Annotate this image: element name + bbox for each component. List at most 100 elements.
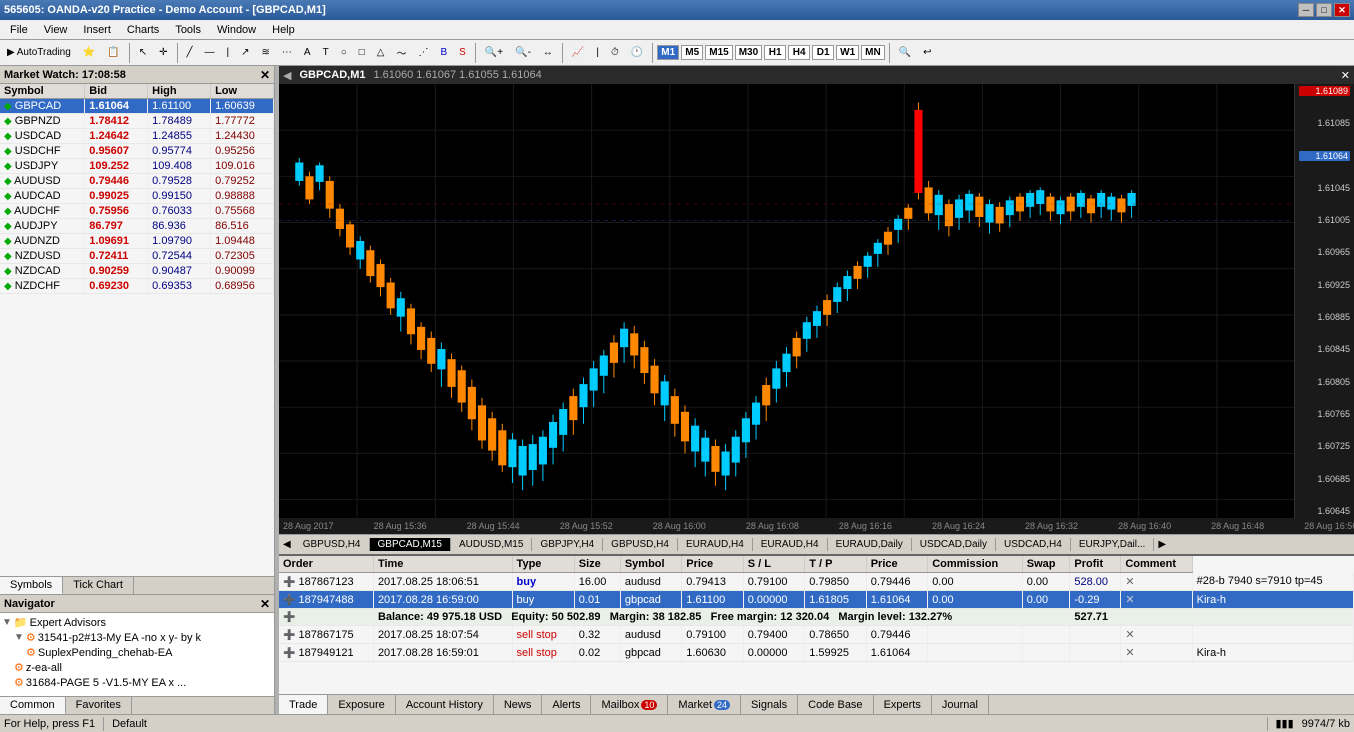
tab-experts[interactable]: Experts xyxy=(874,695,932,714)
tree-ea-2[interactable]: ⚙ SuplexPending_chehab-EA xyxy=(26,645,272,660)
tab-signals[interactable]: Signals xyxy=(741,695,798,714)
candle-chart-area[interactable] xyxy=(279,84,1294,518)
wave-button[interactable]: 〜 xyxy=(392,42,412,64)
sym-tab-4[interactable]: GBPUSD,H4 xyxy=(603,538,678,551)
menu-tools[interactable]: Tools xyxy=(167,22,209,38)
rect-button[interactable]: □ xyxy=(354,42,370,64)
chart-close-btn[interactable]: ◀ xyxy=(283,69,291,82)
ellipse-button[interactable]: ○ xyxy=(336,42,352,64)
tf-m1[interactable]: M1 xyxy=(657,45,679,60)
tf-mn[interactable]: MN xyxy=(861,45,885,60)
tf-m30[interactable]: M30 xyxy=(735,45,762,60)
market-row-12[interactable]: ◆ NZDCHF 0.69230 0.69353 0.68956 xyxy=(0,279,274,294)
order-row-2[interactable]: ➕ 187947488 2017.08.28 16:59:00 buy 0.01… xyxy=(279,591,1354,609)
sym-tab-2[interactable]: AUDUSD,M15 xyxy=(451,538,532,551)
sym-tab-7[interactable]: EURAUD,Daily xyxy=(828,538,912,551)
tab-market[interactable]: Market 24 xyxy=(668,695,741,714)
market-row-9[interactable]: ◆ AUDNZD 1.09691 1.09790 1.09448 xyxy=(0,234,274,249)
sym-tab-0[interactable]: GBPUSD,H4 xyxy=(295,538,370,551)
market-row-10[interactable]: ◆ NZDUSD 0.72411 0.72544 0.72305 xyxy=(0,249,274,264)
tab-account-history[interactable]: Account History xyxy=(396,695,494,714)
pending-close-1[interactable]: ✕ xyxy=(1121,626,1192,644)
tf-d1[interactable]: D1 xyxy=(812,45,834,60)
fib-button[interactable]: ⋯ xyxy=(277,42,297,64)
tab-common[interactable]: Common xyxy=(0,697,66,714)
tf-h4[interactable]: H4 xyxy=(788,45,810,60)
search-button[interactable]: 🔍 xyxy=(894,42,916,64)
tab-trade[interactable]: Trade xyxy=(279,695,328,714)
pending-close-2[interactable]: ✕ xyxy=(1121,644,1192,662)
triangle-button[interactable]: △ xyxy=(372,42,390,64)
gann-button[interactable]: ⋰ xyxy=(414,42,434,64)
tab-scroll-right[interactable]: ▶ xyxy=(1154,539,1170,550)
pending-order-2[interactable]: ➕ 187949121 2017.08.28 16:59:01 sell sto… xyxy=(279,644,1354,662)
menu-view[interactable]: View xyxy=(36,22,76,38)
market-row-0[interactable]: ◆ GBPCAD 1.61064 1.61100 1.60639 xyxy=(0,99,274,114)
pending-order-1[interactable]: ➕ 187867175 2017.08.25 18:07:54 sell sto… xyxy=(279,626,1354,644)
menu-insert[interactable]: Insert xyxy=(75,22,119,38)
tab-exposure[interactable]: Exposure xyxy=(328,695,395,714)
line-button[interactable]: ╱ xyxy=(182,42,198,64)
market-row-6[interactable]: ◆ AUDCAD 0.99025 0.99150 0.98888 xyxy=(0,189,274,204)
tf-w1[interactable]: W1 xyxy=(836,45,859,60)
tf-h1[interactable]: H1 xyxy=(764,45,786,60)
market-row-11[interactable]: ◆ NZDCAD 0.90259 0.90487 0.90099 xyxy=(0,264,274,279)
chart-scroll-button[interactable]: ↔ xyxy=(538,42,558,64)
sym-tab-10[interactable]: EURJPY,Dail... xyxy=(1071,538,1155,551)
chart-close-x[interactable]: ✕ xyxy=(1341,69,1350,82)
tree-ea-4[interactable]: ⚙ 31684-PAGE 5 -V1.5-MY EA x ... xyxy=(14,675,272,690)
clock-button[interactable]: 🕐 xyxy=(626,42,648,64)
tab-tick-chart[interactable]: Tick Chart xyxy=(63,577,134,594)
sym-tab-3[interactable]: GBPJPY,H4 xyxy=(532,538,603,551)
zoom-in-button[interactable]: 🔍+ xyxy=(480,42,508,64)
tf-m15[interactable]: M15 xyxy=(705,45,732,60)
tab-news[interactable]: News xyxy=(494,695,543,714)
settings-button[interactable]: ↩ xyxy=(918,42,936,64)
text-button[interactable]: A xyxy=(299,42,316,64)
period-sep-button[interactable]: | xyxy=(591,42,604,64)
new-chart-button[interactable]: ⭐ xyxy=(78,42,100,64)
market-row-8[interactable]: ◆ AUDJPY 86.797 86.936 86.516 xyxy=(0,219,274,234)
tab-symbols[interactable]: Symbols xyxy=(0,577,63,594)
market-watch-close[interactable]: ✕ xyxy=(260,68,270,82)
menu-window[interactable]: Window xyxy=(209,22,264,38)
order-row-1[interactable]: ➕ 187867123 2017.08.25 18:06:51 buy 16.0… xyxy=(279,573,1354,591)
sym-tab-9[interactable]: USDCAD,H4 xyxy=(996,538,1071,551)
menu-file[interactable]: File xyxy=(2,22,36,38)
order-close-1[interactable]: ✕ xyxy=(1121,573,1192,591)
hline-button[interactable]: — xyxy=(200,42,220,64)
order-close-2[interactable]: ✕ xyxy=(1121,591,1192,609)
sym-tab-8[interactable]: USDCAD,Daily xyxy=(912,538,996,551)
ticks-button[interactable]: ⏱ xyxy=(606,42,624,64)
menu-help[interactable]: Help xyxy=(264,22,303,38)
menu-charts[interactable]: Charts xyxy=(119,22,167,38)
zoom-out-button[interactable]: 🔍- xyxy=(510,42,536,64)
market-row-3[interactable]: ◆ USDCHF 0.95607 0.95774 0.95256 xyxy=(0,144,274,159)
tab-alerts[interactable]: Alerts xyxy=(542,695,591,714)
sym-tab-1[interactable]: GBPCAD,M15 xyxy=(370,538,451,551)
sym-tab-6[interactable]: EURAUD,H4 xyxy=(753,538,828,551)
sym-tab-5[interactable]: EURAUD,H4 xyxy=(678,538,753,551)
vline-button[interactable]: | xyxy=(222,42,235,64)
cursor-button[interactable]: ↖ xyxy=(134,42,152,64)
indicator-button[interactable]: 📈 xyxy=(567,42,589,64)
tab-favorites[interactable]: Favorites xyxy=(66,697,132,714)
market-row-5[interactable]: ◆ AUDUSD 0.79446 0.79528 0.79252 xyxy=(0,174,274,189)
tree-ea-3[interactable]: ⚙ z-ea-all xyxy=(14,660,272,675)
tree-ea-1[interactable]: ▼ ⚙ 31541-p2#13-My EA -no x y- by k xyxy=(14,630,272,645)
label-button[interactable]: T xyxy=(318,42,334,64)
buy-button[interactable]: B xyxy=(436,42,453,64)
crosshair-button[interactable]: ✛ xyxy=(154,42,172,64)
autotrading-button[interactable]: ▶ AutoTrading xyxy=(2,42,76,64)
tab-journal[interactable]: Journal xyxy=(932,695,989,714)
maximize-button[interactable]: □ xyxy=(1316,3,1332,17)
navigator-close[interactable]: ✕ xyxy=(260,597,270,611)
market-row-2[interactable]: ◆ USDCAD 1.24642 1.24855 1.24430 xyxy=(0,129,274,144)
minimize-button[interactable]: ─ xyxy=(1298,3,1314,17)
market-row-7[interactable]: ◆ AUDCHF 0.75956 0.76033 0.75568 xyxy=(0,204,274,219)
tab-mailbox[interactable]: Mailbox 10 xyxy=(591,695,668,714)
tf-m5[interactable]: M5 xyxy=(681,45,703,60)
market-row-1[interactable]: ◆ GBPNZD 1.78412 1.78489 1.77772 xyxy=(0,114,274,129)
close-button[interactable]: ✕ xyxy=(1334,3,1350,17)
channel-button[interactable]: ≋ xyxy=(257,42,275,64)
